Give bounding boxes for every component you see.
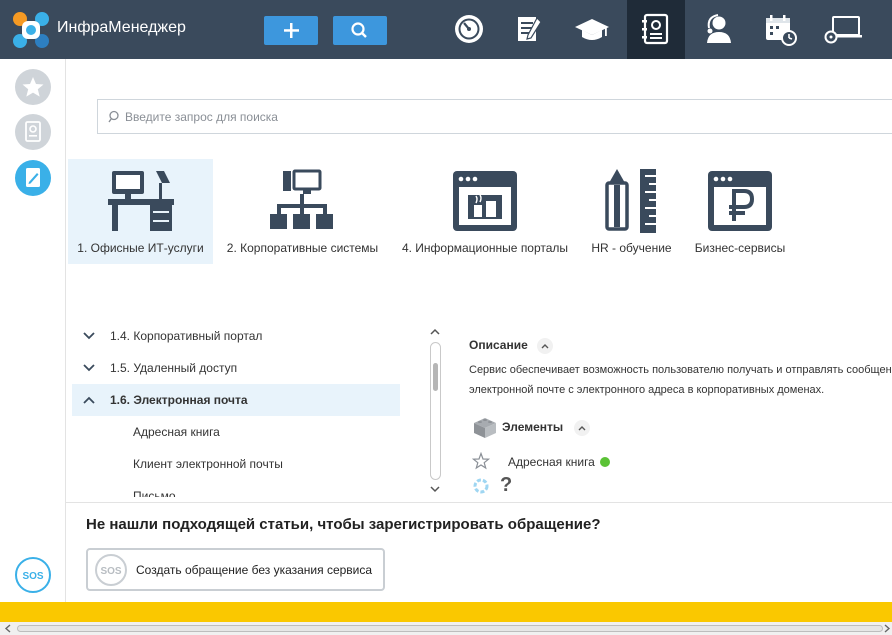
category-label: Бизнес-сервисы xyxy=(694,241,786,255)
top-bar: ИнфраМенеджер xyxy=(0,0,892,59)
scroll-right-icon[interactable] xyxy=(883,624,891,633)
service-catalog-icon xyxy=(642,13,669,45)
create-request-button[interactable]: SOS Создать обращение без указания серви… xyxy=(86,548,385,591)
svg-text:SOS: SOS xyxy=(22,571,43,582)
category-label: 4. Информационные порталы xyxy=(401,241,569,255)
nav-learning[interactable] xyxy=(563,0,621,59)
favorite-star-icon[interactable] xyxy=(472,452,490,470)
scroll-left-icon[interactable] xyxy=(4,624,12,633)
search-icon xyxy=(108,110,119,123)
category-info-portals[interactable]: 4. Информационные порталы xyxy=(394,159,576,264)
tree-item-label: 1.6. Электронная почта xyxy=(110,393,248,407)
description-line: Сервис обеспечивает возможность пользова… xyxy=(469,364,892,376)
search-button[interactable] xyxy=(333,16,387,45)
chevron-down-icon xyxy=(83,332,95,340)
create-request-label: Создать обращение без указания сервиса xyxy=(136,563,373,577)
office-desk-icon xyxy=(108,171,174,231)
catalog-icon xyxy=(25,121,41,142)
tree-item-label: Письмо xyxy=(133,489,176,497)
portal-window-icon xyxy=(453,171,517,231)
element-item-label: Адресная книга xyxy=(508,455,595,469)
rail-favorites[interactable] xyxy=(15,69,51,105)
chevron-up-icon xyxy=(541,344,549,349)
tree-item-corporate-portal[interactable]: 1.4. Корпоративный портал xyxy=(72,320,400,352)
add-button[interactable] xyxy=(264,16,318,45)
elements-collapse-button[interactable] xyxy=(574,420,590,436)
footer-bar xyxy=(0,602,892,622)
app-logo-icon xyxy=(13,12,49,48)
tree-item-email-client[interactable]: Клиент электронной почты xyxy=(72,448,400,480)
left-rail: SOS xyxy=(0,59,66,602)
category-corporate-systems[interactable]: 2. Корпоративные системы xyxy=(221,159,384,264)
scrollbar-thumb[interactable] xyxy=(17,625,883,632)
pencil-ruler-icon xyxy=(605,169,656,233)
scroll-down-icon[interactable] xyxy=(429,484,441,494)
elements-title: Элементы xyxy=(502,420,564,434)
horizontal-scrollbar[interactable] xyxy=(0,622,892,635)
category-business-services[interactable]: Бизнес-сервисы xyxy=(690,159,790,264)
loading-ring-icon xyxy=(473,478,489,494)
tree-item-label: Адресная книга xyxy=(133,425,220,439)
rail-catalog[interactable] xyxy=(15,114,51,150)
search-input[interactable] xyxy=(125,100,885,133)
support-agent-icon xyxy=(707,14,731,43)
search-icon xyxy=(351,22,367,38)
scroll-up-icon[interactable] xyxy=(429,327,441,337)
search-box xyxy=(97,99,892,134)
scrollbar-thumb[interactable] xyxy=(433,363,438,391)
category-label: 1. Офисные ИТ-услуги xyxy=(77,241,204,255)
tree-item-label: 1.4. Корпоративный портал xyxy=(110,329,263,343)
status-online-indicator xyxy=(600,457,610,467)
category-office-it[interactable]: 1. Офисные ИТ-услуги xyxy=(68,159,213,264)
description-title: Описание xyxy=(469,338,528,352)
tree-scrollbar[interactable] xyxy=(430,342,441,480)
plus-icon xyxy=(284,23,299,38)
rail-portal[interactable] xyxy=(15,160,51,196)
chevron-up-icon xyxy=(578,426,586,431)
nav-dashboard[interactable] xyxy=(440,0,498,59)
category-label: 2. Корпоративные системы xyxy=(226,241,379,255)
tree-item-letter[interactable]: Письмо xyxy=(72,480,400,497)
nav-service-catalog[interactable] xyxy=(627,0,685,59)
nav-documents[interactable] xyxy=(499,0,557,59)
tree-item-label: 1.5. Удаленный доступ xyxy=(110,361,238,375)
favorites-star-icon xyxy=(22,77,44,97)
document-edit-icon xyxy=(518,17,542,41)
tree-item-address-book[interactable]: Адресная книга xyxy=(72,416,400,448)
calendar-clock-icon xyxy=(766,15,797,46)
category-label: HR - обучение xyxy=(591,241,672,255)
nav-calendar[interactable] xyxy=(751,0,809,59)
dashboard-icon xyxy=(455,15,483,43)
sos-icon: SOS xyxy=(22,571,43,582)
elements-cube-icon xyxy=(474,418,496,438)
unknown-status-mark: ? xyxy=(500,474,513,496)
tree-item-email[interactable]: 1.6. Электронная почта xyxy=(72,384,400,416)
description-collapse-button[interactable] xyxy=(537,338,553,354)
chevron-down-icon xyxy=(83,364,95,372)
sos-icon: SOS xyxy=(95,554,127,586)
rail-sos-button[interactable]: SOS xyxy=(15,557,51,593)
service-tree: 1.4. Корпоративный портал 1.5. Удаленный… xyxy=(72,320,400,497)
not-found-question: Не нашли подходящей статьи, чтобы зареги… xyxy=(86,516,601,533)
network-icon xyxy=(270,169,333,229)
nav-devices[interactable] xyxy=(812,0,870,59)
svg-text:SOS: SOS xyxy=(100,566,121,577)
app-title: ИнфраМенеджер xyxy=(57,19,186,36)
description-line: электронной почте с электронного адреса … xyxy=(469,384,825,396)
tree-item-label: Клиент электронной почты xyxy=(133,457,283,471)
category-hr-learning[interactable]: HR - обучение xyxy=(584,159,679,264)
laptop-disc-icon xyxy=(824,16,862,44)
chevron-up-icon xyxy=(83,396,95,404)
nav-support[interactable] xyxy=(689,0,747,59)
description-text: Сервис обеспечивает возможность пользова… xyxy=(469,360,892,400)
graduation-cap-icon xyxy=(575,19,609,40)
portal-icon xyxy=(26,168,40,187)
ruble-icon xyxy=(708,171,772,231)
tree-item-remote-access[interactable]: 1.5. Удаленный доступ xyxy=(72,352,400,384)
